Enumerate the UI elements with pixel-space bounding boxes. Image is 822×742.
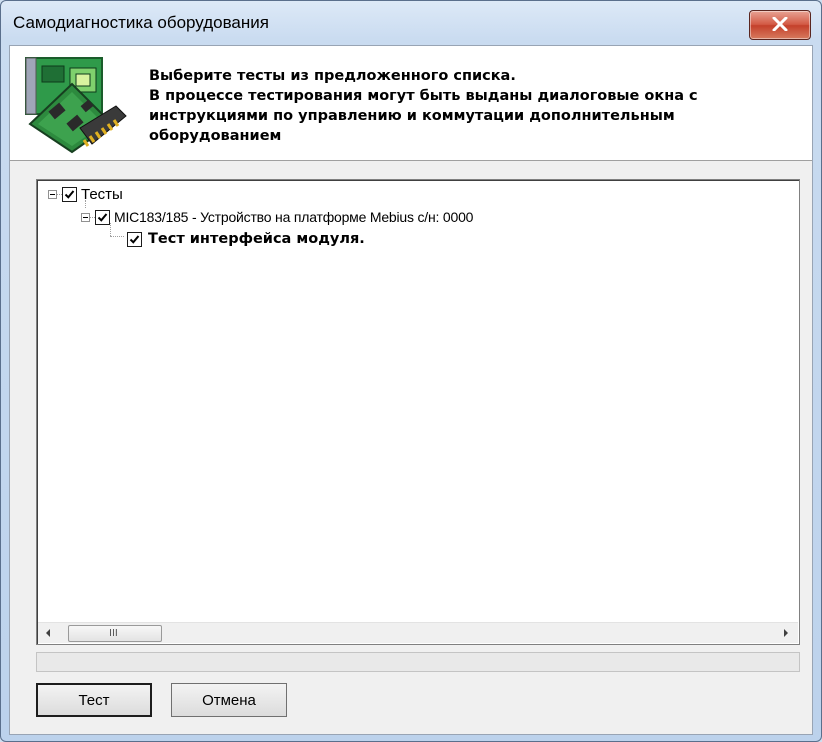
check-icon <box>97 212 108 222</box>
tests-tree[interactable]: Тесты MIC183/185 - Устройство на платфор… <box>36 179 800 645</box>
tree-node-device[interactable]: MIC183/185 - Устройство на платформе Meb… <box>81 206 473 228</box>
test-button[interactable]: Тест <box>36 683 152 717</box>
root-checkbox[interactable] <box>62 186 77 202</box>
scroll-right-icon[interactable] <box>782 628 790 638</box>
check-icon <box>129 234 140 244</box>
test-checkbox[interactable] <box>127 231 142 247</box>
tree-node-test[interactable]: Тест интерфейса модуля. <box>127 228 365 250</box>
tree-label-test: Тест интерфейса модуля. <box>148 231 365 247</box>
tree-connector <box>110 236 124 237</box>
title-bar[interactable]: Самодиагностика оборудования <box>1 1 821 45</box>
dialog-client: Выберите тесты из предложенного списка. … <box>9 45 813 735</box>
circuit-board-icon <box>25 57 127 154</box>
progress-bar <box>36 652 800 672</box>
scroll-left-icon[interactable] <box>44 628 52 638</box>
scrollbar-grip: III <box>109 628 118 639</box>
collapse-icon[interactable] <box>48 189 57 199</box>
tree-label-device: MIC183/185 - Устройство на платформе Meb… <box>114 209 474 225</box>
instruction-line: В процессе тестирования могут быть выдан… <box>149 88 698 104</box>
scrollbar-thumb[interactable]: III <box>68 625 162 642</box>
instruction-line: Выберите тесты из предложенного списка. <box>149 68 516 84</box>
instructions-header: Выберите тесты из предложенного списка. … <box>10 46 812 161</box>
horizontal-scrollbar[interactable]: III <box>38 622 798 643</box>
device-checkbox[interactable] <box>95 209 110 225</box>
check-icon <box>64 189 75 199</box>
dialog-window: Самодиагностика оборудования Выберите те… <box>0 0 822 742</box>
tree-connector <box>110 223 111 236</box>
collapse-icon[interactable] <box>81 212 90 222</box>
instruction-line: оборудованием <box>149 128 282 144</box>
instructions-text: Выберите тесты из предложенного списка. … <box>149 66 799 146</box>
instruction-line: инструкциями по управлению и коммутации … <box>149 108 675 124</box>
cancel-button[interactable]: Отмена <box>171 683 287 717</box>
close-icon <box>772 17 788 31</box>
close-button[interactable] <box>749 10 811 40</box>
tree-label-root: Тесты <box>81 185 123 203</box>
window-title: Самодиагностика оборудования <box>13 13 269 32</box>
